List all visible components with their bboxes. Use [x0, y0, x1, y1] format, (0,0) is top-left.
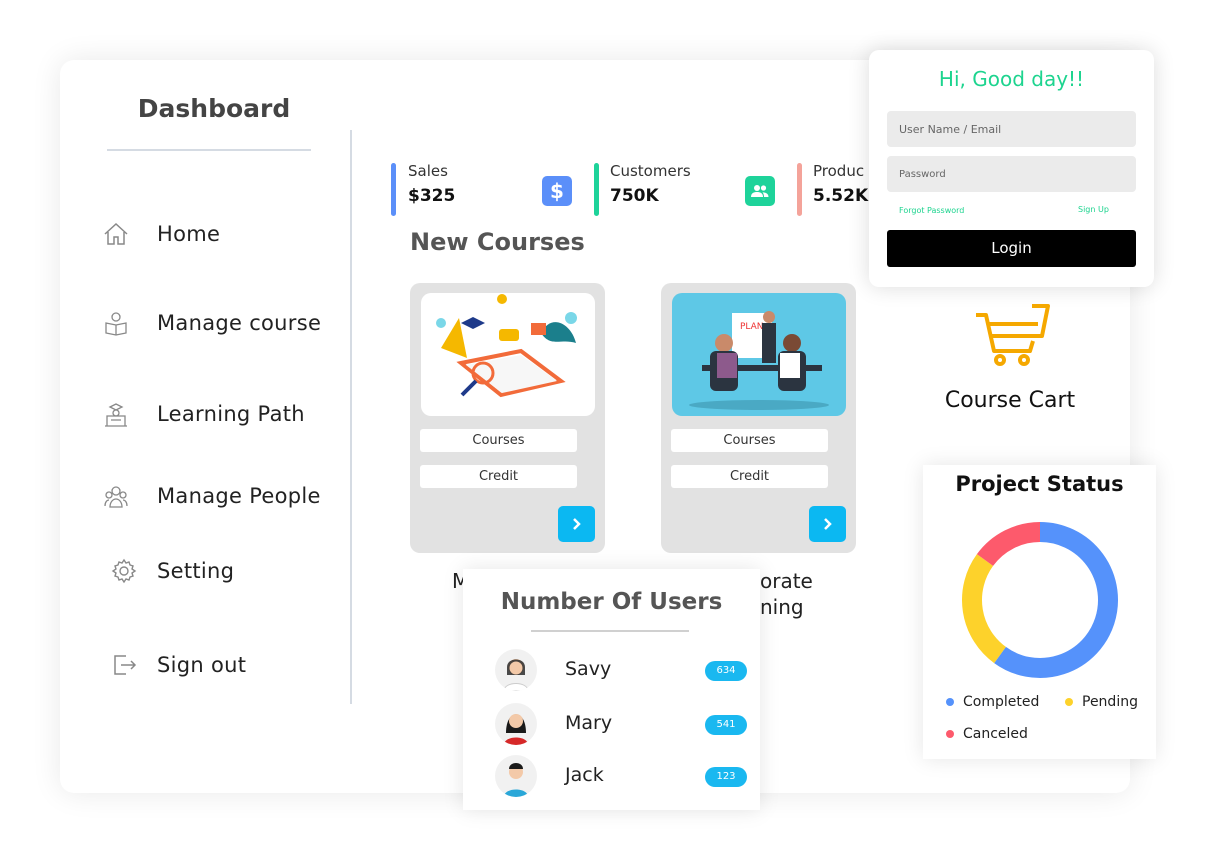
login-greeting: Hi, Good day!! — [938, 67, 1085, 91]
legend-pending: Pending — [1065, 694, 1138, 710]
sales-label: Sales — [408, 162, 448, 180]
password-input[interactable] — [887, 156, 1136, 192]
users-icon — [745, 176, 775, 206]
courses-pill: Courses — [420, 429, 577, 452]
sidebar-item-label: Setting — [157, 559, 235, 583]
credit-pill: Credit — [420, 465, 577, 488]
gear-icon — [108, 555, 140, 587]
legend-completed: Completed — [946, 694, 1039, 710]
dashboard-title: Dashboard — [137, 94, 291, 123]
svg-text:PLAN: PLAN — [740, 322, 764, 332]
divider — [107, 149, 311, 151]
forgot-password-link[interactable]: Forgot Password — [899, 206, 964, 215]
sign-up-link[interactable]: Sign Up — [1078, 205, 1109, 214]
people-icon — [100, 480, 132, 512]
sidebar-item-label: Manage course — [157, 311, 322, 335]
user-name: Savy — [565, 658, 612, 680]
sidebar-item-setting[interactable]: Setting — [108, 551, 234, 591]
course-title: orate — [760, 569, 813, 593]
dollar-icon: $ — [542, 176, 572, 206]
products-accent — [797, 163, 802, 216]
sidebar-item-home[interactable]: Home — [100, 214, 220, 254]
sidebar-item-label: Sign out — [157, 653, 247, 677]
sign-out-icon — [108, 649, 140, 681]
users-title: Number Of Users — [500, 589, 723, 615]
donut-slice-canceled — [976, 522, 1041, 567]
home-icon — [100, 218, 132, 250]
avatar — [495, 755, 537, 797]
user-name: Mary — [565, 712, 613, 734]
course-card[interactable]: PLAN Courses Credit — [661, 283, 856, 553]
count-badge: 634 — [705, 661, 747, 681]
sales-accent — [391, 163, 396, 216]
sales-value: $325 — [408, 186, 456, 206]
username-input[interactable] — [887, 111, 1136, 147]
credit-pill: Credit — [671, 465, 828, 488]
legend-canceled: Canceled — [946, 726, 1028, 742]
sidebar-divider — [350, 130, 352, 704]
sidebar-item-sign-out[interactable]: Sign out — [108, 645, 246, 685]
sidebar-item-label: Manage People — [157, 484, 321, 508]
courses-pill: Courses — [671, 429, 828, 452]
next-button[interactable] — [558, 506, 595, 542]
next-button[interactable] — [809, 506, 846, 542]
avatar — [495, 649, 537, 691]
divider — [531, 630, 689, 632]
list-item[interactable]: Jack 123 — [463, 755, 760, 799]
count-badge: 123 — [705, 767, 747, 787]
graduate-icon — [100, 398, 132, 430]
products-label: Produc — [813, 162, 865, 180]
customers-label: Customers — [610, 162, 691, 180]
donut-slice-pending — [962, 554, 1007, 664]
sidebar-item-learning-path[interactable]: Learning Path — [100, 394, 305, 434]
course-illustration — [421, 293, 595, 416]
sidebar-item-manage-people[interactable]: Manage People — [100, 476, 321, 516]
list-item[interactable]: Mary 541 — [463, 703, 760, 747]
login-button[interactable]: Login — [887, 230, 1136, 267]
donut-slice-completed — [994, 522, 1118, 678]
new-courses-title: New Courses — [410, 228, 585, 256]
customers-accent — [594, 163, 599, 216]
sidebar-item-label: Learning Path — [157, 402, 305, 426]
donut-chart — [962, 522, 1118, 678]
course-card[interactable]: Courses Credit — [410, 283, 605, 553]
legend-label: Completed — [963, 694, 1040, 710]
legend-dot — [946, 730, 954, 738]
course-icon — [100, 307, 132, 339]
avatar — [495, 703, 537, 745]
project-status-panel: Project Status Completed Pending Cancele… — [923, 465, 1156, 759]
products-value: 5.52K — [813, 186, 869, 206]
legend-label: Pending — [1082, 694, 1138, 710]
legend-dot — [1065, 698, 1073, 706]
course-cart-label[interactable]: Course Cart — [910, 388, 1110, 413]
legend-dot — [946, 698, 954, 706]
cart-icon[interactable] — [974, 302, 1052, 372]
number-of-users-panel: Number Of Users Savy 634 Mary 541 Jack 1… — [463, 569, 760, 810]
legend-label: Canceled — [963, 726, 1028, 742]
chart-title: Project Status — [955, 472, 1124, 496]
count-badge: 541 — [705, 715, 747, 735]
course-title: ning — [760, 595, 804, 619]
sidebar-item-label: Home — [157, 222, 221, 246]
customers-value: 750K — [610, 186, 659, 206]
login-panel: Hi, Good day!! Forgot Password Sign Up L… — [869, 50, 1154, 287]
list-item[interactable]: Savy 634 — [463, 649, 760, 693]
user-name: Jack — [565, 764, 604, 786]
course-illustration: PLAN — [672, 293, 846, 416]
sidebar-item-manage-course[interactable]: Manage course — [100, 303, 321, 343]
